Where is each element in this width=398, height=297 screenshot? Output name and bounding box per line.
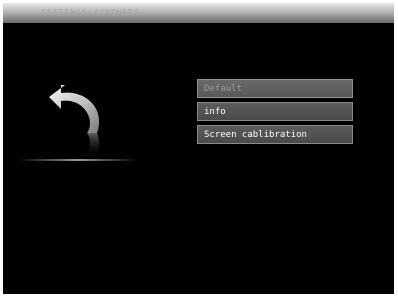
menu-item-screen-calibration[interactable]: Screen cablibration — [197, 125, 353, 144]
title-bar: SETTINGS://OTHERS — [3, 3, 394, 23]
window-title: SETTINGS://OTHERS — [41, 8, 140, 17]
settings-screen: SETTINGS://OTHERS Default info Screen ca… — [3, 3, 394, 294]
floor-line — [17, 159, 139, 161]
menu-item-default[interactable]: Default — [197, 79, 353, 98]
menu-item-label: Screen cablibration — [204, 130, 307, 140]
menu-item-label: Default — [204, 84, 242, 94]
settings-menu: Default info Screen cablibration — [197, 79, 355, 148]
menu-item-label: info — [204, 107, 226, 117]
menu-item-info[interactable]: info — [197, 102, 353, 121]
back-arrow-icon[interactable] — [43, 79, 107, 159]
